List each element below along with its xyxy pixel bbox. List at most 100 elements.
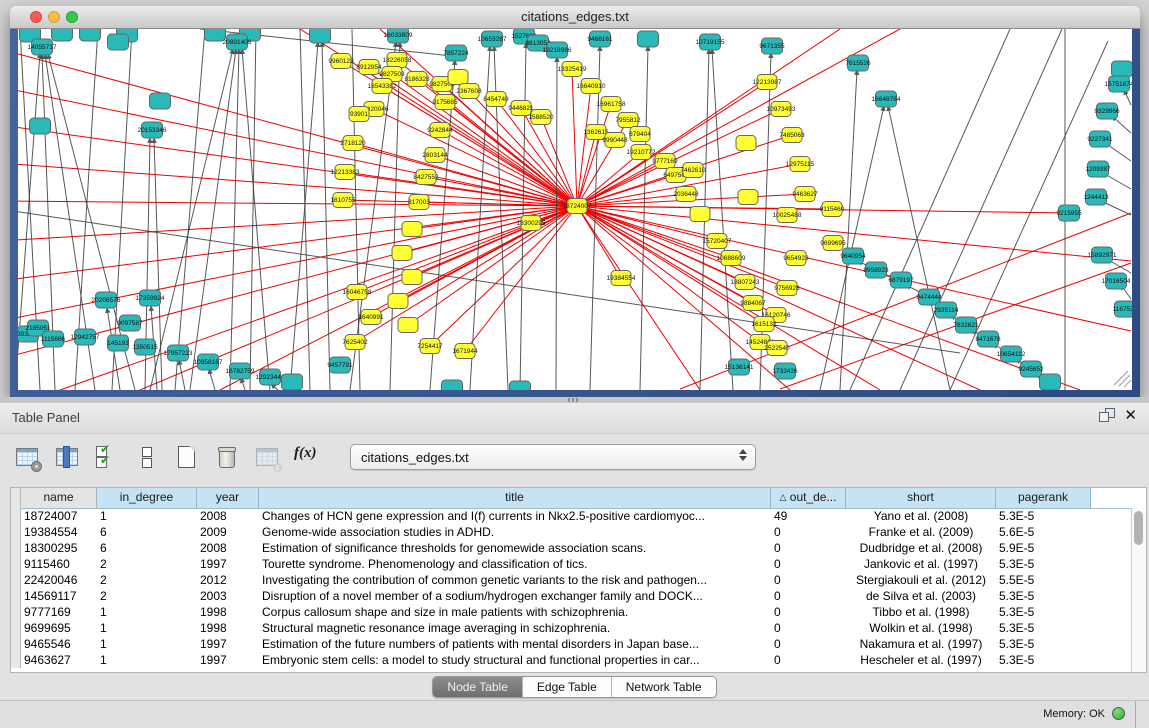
cell[interactable]: 2012: [197, 572, 259, 588]
cell[interactable]: 1998: [197, 620, 259, 636]
network-node[interactable]: 16648784: [872, 91, 901, 107]
cell[interactable]: 19384554: [21, 524, 97, 540]
network-node[interactable]: 9884067: [740, 296, 766, 311]
network-node[interactable]: [108, 34, 129, 50]
network-node[interactable]: [1112, 61, 1133, 77]
network-node[interactable]: [736, 136, 756, 151]
column-header-title[interactable]: title: [259, 488, 771, 508]
table-body[interactable]: 1872400712008Changes of HCN gene express…: [11, 508, 1132, 672]
close-panel-icon[interactable]: ✕: [1124, 408, 1137, 423]
network-node[interactable]: 9463627: [792, 187, 818, 202]
column-header-out_de[interactable]: △ out_de...: [771, 488, 846, 508]
network-node[interactable]: [402, 222, 422, 237]
window-titlebar[interactable]: citations_edges.txt: [10, 6, 1140, 29]
network-node[interactable]: 17359924: [136, 290, 165, 306]
cell[interactable]: 0: [771, 588, 846, 604]
network-node[interactable]: 7462610: [680, 163, 706, 178]
network-node[interactable]: 9699695: [820, 236, 846, 251]
network-node[interactable]: 679404: [629, 127, 651, 142]
tab-node-table[interactable]: Node Table: [433, 677, 522, 697]
network-node[interactable]: 12942757: [71, 329, 100, 345]
cell[interactable]: Changes of HCN gene expression and I(f) …: [259, 508, 771, 524]
network-node[interactable]: 16782759: [226, 363, 255, 379]
network-node[interactable]: 1167533: [1113, 301, 1132, 317]
network-node[interactable]: 8186328: [404, 72, 430, 87]
network-node[interactable]: 16033809: [384, 29, 413, 43]
network-node[interactable]: 817003: [408, 195, 430, 210]
cell[interactable]: 9115460: [21, 556, 97, 572]
table-chooser-dropdown[interactable]: citations_edges.txt: [350, 444, 756, 470]
table-row[interactable]: 946554611997Estimation of the future num…: [11, 636, 1132, 652]
network-node[interactable]: [80, 29, 101, 41]
column-header-name[interactable]: name: [21, 488, 97, 508]
network-node[interactable]: 10973493: [767, 102, 796, 117]
network-node[interactable]: 1115686: [41, 331, 66, 347]
network-node[interactable]: 93901: [349, 107, 369, 122]
cell[interactable]: 1997: [197, 652, 259, 668]
cell[interactable]: Embryonic stem cells: a model to study s…: [259, 652, 771, 668]
network-node[interactable]: 17016504: [1102, 273, 1131, 289]
network-node[interactable]: 9227341: [1087, 131, 1113, 147]
network-node[interactable]: 9097587: [117, 315, 143, 331]
network-node[interactable]: 1640991: [358, 310, 384, 325]
network-node[interactable]: 10958167: [194, 354, 223, 370]
network-node[interactable]: 9245652: [1018, 361, 1044, 377]
network-node[interactable]: 2036448: [673, 187, 699, 202]
cell[interactable]: Estimation of significance thresholds fo…: [259, 540, 771, 556]
cell[interactable]: 1: [97, 604, 197, 620]
network-node[interactable]: 1350515: [132, 339, 158, 355]
cell[interactable]: Tibbo et al. (1998): [846, 604, 996, 620]
cell[interactable]: Yano et al. (2008): [846, 508, 996, 524]
tab-network-table[interactable]: Network Table: [611, 677, 716, 697]
network-node[interactable]: [442, 380, 463, 390]
network-node[interactable]: [52, 29, 73, 41]
cell[interactable]: Investigating the contribution of common…: [259, 572, 771, 588]
network-node[interactable]: 9215955: [1056, 205, 1082, 221]
clear-selection-button[interactable]: [134, 444, 160, 470]
table-row[interactable]: 1938455462009Genome-wide association stu…: [11, 524, 1132, 540]
cell[interactable]: Structural magnetic resonance image aver…: [259, 620, 771, 636]
network-node[interactable]: 7615526: [845, 55, 871, 71]
network-node[interactable]: 1671944: [452, 344, 478, 359]
cell[interactable]: 1: [97, 636, 197, 652]
network-node[interactable]: 8454749: [483, 92, 509, 107]
network-node[interactable]: 13325419: [558, 62, 587, 77]
cell[interactable]: 5.3E-5: [996, 620, 1091, 636]
network-node[interactable]: [690, 207, 710, 222]
cell[interactable]: 49: [771, 508, 846, 524]
network-node[interactable]: 16961758: [597, 97, 626, 112]
network-node[interactable]: 10025488: [773, 208, 802, 223]
network-node[interactable]: 7857224: [443, 45, 469, 61]
delete-button[interactable]: [214, 444, 240, 470]
cell[interactable]: 0: [771, 636, 846, 652]
network-node[interactable]: 1733426: [772, 363, 798, 379]
cell[interactable]: Estimation of the future numbers of pati…: [259, 636, 771, 652]
network-node[interactable]: 7955812: [615, 113, 641, 128]
cell[interactable]: 5.6E-5: [996, 524, 1091, 540]
network-node[interactable]: [282, 374, 303, 390]
cell[interactable]: Dudbridge et al. (2008): [846, 540, 996, 556]
cell[interactable]: 5.3E-5: [996, 508, 1091, 524]
network-node[interactable]: 7625402: [342, 335, 368, 350]
cell[interactable]: 5.3E-5: [996, 652, 1091, 668]
network-node[interactable]: 9671355: [759, 38, 785, 54]
network-node[interactable]: 10688609: [717, 251, 746, 266]
table-row[interactable]: 946362711997Embryonic stem cells: a mode…: [11, 652, 1132, 668]
cell[interactable]: 9777169: [21, 604, 97, 620]
network-node[interactable]: 15136141: [725, 359, 754, 375]
cell[interactable]: 2: [97, 588, 197, 604]
network-node[interactable]: [150, 93, 171, 109]
cell[interactable]: Corpus callosum shape and size in male p…: [259, 604, 771, 620]
cell[interactable]: Stergiakouli et al. (2012): [846, 572, 996, 588]
column-header-year[interactable]: year: [197, 488, 259, 508]
cell[interactable]: 0: [771, 620, 846, 636]
cell[interactable]: 5.5E-5: [996, 572, 1091, 588]
table-row[interactable]: 969969511998Structural magnetic resonanc…: [11, 620, 1132, 636]
cell[interactable]: 0: [771, 652, 846, 668]
cell[interactable]: 1: [97, 652, 197, 668]
cell[interactable]: 5.3E-5: [996, 604, 1091, 620]
network-node[interactable]: 8958923: [863, 262, 889, 278]
network-node[interactable]: [1040, 374, 1061, 390]
network-node[interactable]: 9466161: [587, 31, 613, 47]
network-node[interactable]: [398, 318, 418, 333]
